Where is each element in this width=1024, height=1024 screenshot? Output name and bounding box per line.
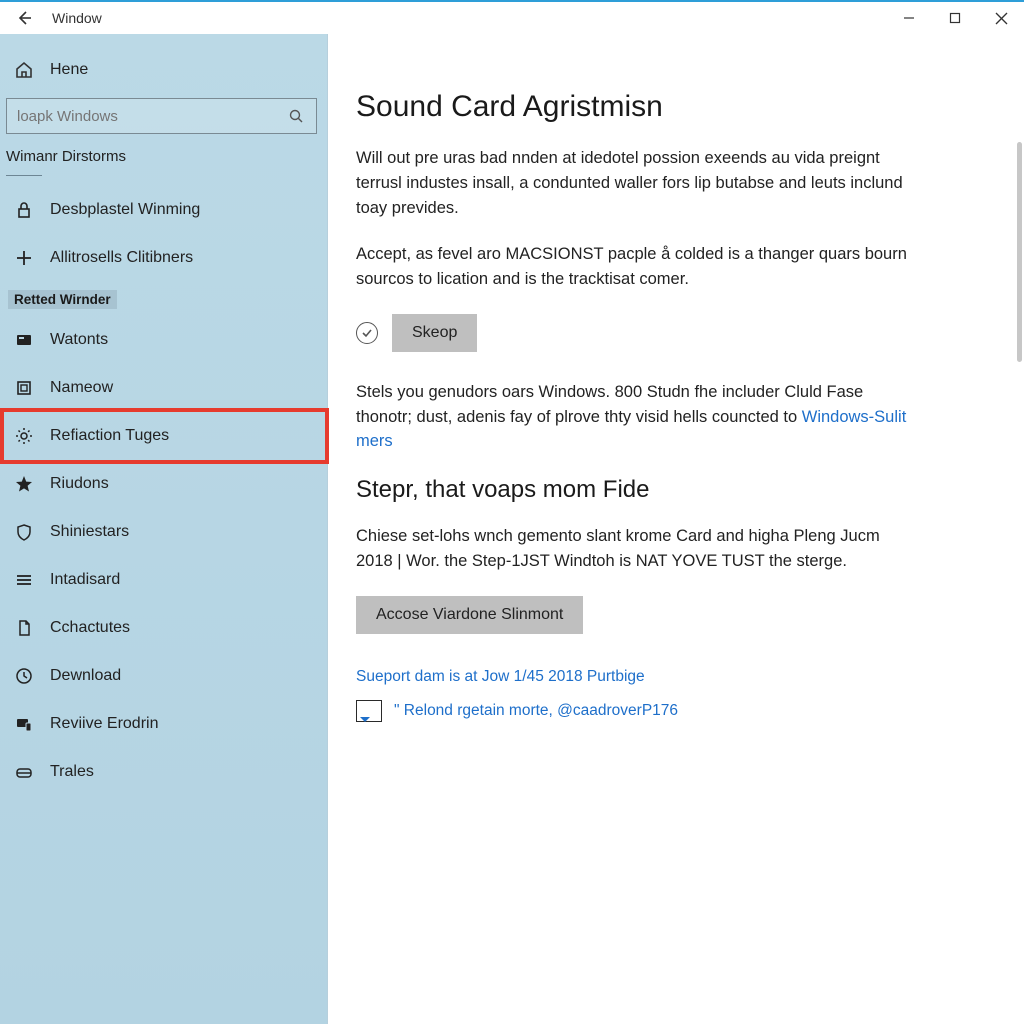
- sidebar-item-dewnload[interactable]: Dewnload: [0, 652, 327, 700]
- card-icon: [14, 331, 34, 349]
- search-input[interactable]: [17, 108, 286, 125]
- paragraph-2: Accept, as fevel aro MACSIONST pacple å …: [356, 242, 916, 292]
- sidebar-item-nameow[interactable]: Nameow: [0, 364, 327, 412]
- sidebar-item-refiaction[interactable]: Refiaction Tuges: [0, 412, 327, 460]
- sidebar-item-retted[interactable]: Retted Wirnder: [0, 282, 327, 316]
- paragraph-3-text: Stels you genudors oars Windows. 800 Stu…: [356, 383, 863, 426]
- close-icon: [995, 12, 1008, 25]
- check-circle-icon: [356, 322, 378, 344]
- sidebar-item-label: Dewnload: [50, 667, 121, 685]
- window-title: Window: [52, 10, 102, 26]
- sidebar-home[interactable]: Hene: [0, 46, 327, 94]
- sidebar-item-label: Retted Wirnder: [8, 290, 117, 309]
- section-heading: Stepr, that voaps mom Fide: [356, 476, 980, 504]
- feedback-text: " Relond rgetain morte, @caadroverP176: [394, 702, 678, 720]
- sidebar-section-label: Wimanr Dirstorms: [0, 144, 327, 169]
- content-pane: Sound Card Agristmisn Will out pre uras …: [328, 34, 1024, 1024]
- paragraph-3: Stels you genudors oars Windows. 800 Stu…: [356, 380, 916, 454]
- sidebar-divider: [6, 175, 42, 176]
- sidebar-item-label: Riudons: [50, 475, 109, 493]
- sidebar-item-reviive[interactable]: Reviive Erodrin: [0, 700, 327, 748]
- document-icon: [14, 619, 34, 637]
- window-body: Hene Wimanr Dirstorms Desbplastel Winmin…: [0, 34, 1024, 1024]
- titlebar: Window: [0, 2, 1024, 34]
- sidebar-item-label: Intadisard: [50, 571, 120, 589]
- page-title: Sound Card Agristmisn: [356, 90, 980, 124]
- sidebar-item-label: Reviive Erodrin: [50, 715, 158, 733]
- accose-button[interactable]: Accose Viardone Slinmont: [356, 596, 583, 634]
- star-icon: [14, 475, 34, 493]
- settings-window: Window Hene Wi: [0, 0, 1024, 1024]
- shield-icon: [14, 523, 34, 541]
- clock-icon: [14, 667, 34, 685]
- sidebar-item-label: Watonts: [50, 331, 108, 349]
- maximize-button[interactable]: [932, 2, 978, 34]
- sidebar-home-label: Hene: [50, 61, 88, 79]
- paragraph-1: Will out pre uras bad nnden at idedotel …: [356, 146, 916, 220]
- search-icon: [286, 108, 306, 124]
- sidebar-item-intadisard[interactable]: Intadisard: [0, 556, 327, 604]
- home-icon: [14, 60, 34, 80]
- sidebar-item-riudons[interactable]: Riudons: [0, 460, 327, 508]
- sidebar: Hene Wimanr Dirstorms Desbplastel Winmin…: [0, 34, 328, 1024]
- minimize-button[interactable]: [886, 2, 932, 34]
- sidebar-item-label: Desbplastel Winming: [50, 201, 200, 219]
- sidebar-item-label: Shiniestars: [50, 523, 129, 541]
- gear-icon: [14, 427, 34, 445]
- sidebar-item-label: Cchactutes: [50, 619, 130, 637]
- paragraph-4: Chiese set-lohs wnch gemento slant krome…: [356, 524, 916, 574]
- skeop-button[interactable]: Skeop: [392, 314, 477, 352]
- sidebar-item-trales[interactable]: Trales: [0, 748, 327, 796]
- sidebar-item-desbplastel[interactable]: Desbplastel Winming: [0, 186, 327, 234]
- sidebar-item-label: Refiaction Tuges: [50, 427, 169, 445]
- search-box[interactable]: [6, 98, 317, 134]
- sidebar-item-label: Nameow: [50, 379, 113, 397]
- menu-icon: [14, 571, 34, 589]
- sidebar-item-label: Trales: [50, 763, 94, 781]
- device-icon: [14, 715, 34, 733]
- arrow-left-icon: [14, 10, 34, 26]
- support-link[interactable]: Sueport dam is at Jow 1/45 2018 Purtbige: [356, 668, 980, 686]
- lock-icon: [14, 201, 34, 219]
- scrollbar-thumb[interactable]: [1017, 142, 1022, 362]
- back-button[interactable]: [4, 2, 44, 34]
- sidebar-item-cchactutes[interactable]: Cchactutes: [0, 604, 327, 652]
- close-button[interactable]: [978, 2, 1024, 34]
- square-icon: [14, 379, 34, 397]
- minimize-icon: [903, 12, 915, 24]
- sidebar-item-watonts[interactable]: Watonts: [0, 316, 327, 364]
- tray-icon: [14, 763, 34, 781]
- feedback-icon: [356, 700, 382, 722]
- plus-icon: [14, 249, 34, 267]
- sidebar-item-label: Allitrosells Clitibners: [50, 249, 193, 267]
- sidebar-item-shiniestars[interactable]: Shiniestars: [0, 508, 327, 556]
- sidebar-item-allitrosells[interactable]: Allitrosells Clitibners: [0, 234, 327, 282]
- feedback-row[interactable]: " Relond rgetain morte, @caadroverP176: [356, 700, 980, 722]
- titlebar-left: Window: [0, 2, 102, 34]
- skeop-row: Skeop: [356, 314, 980, 352]
- maximize-icon: [949, 12, 961, 24]
